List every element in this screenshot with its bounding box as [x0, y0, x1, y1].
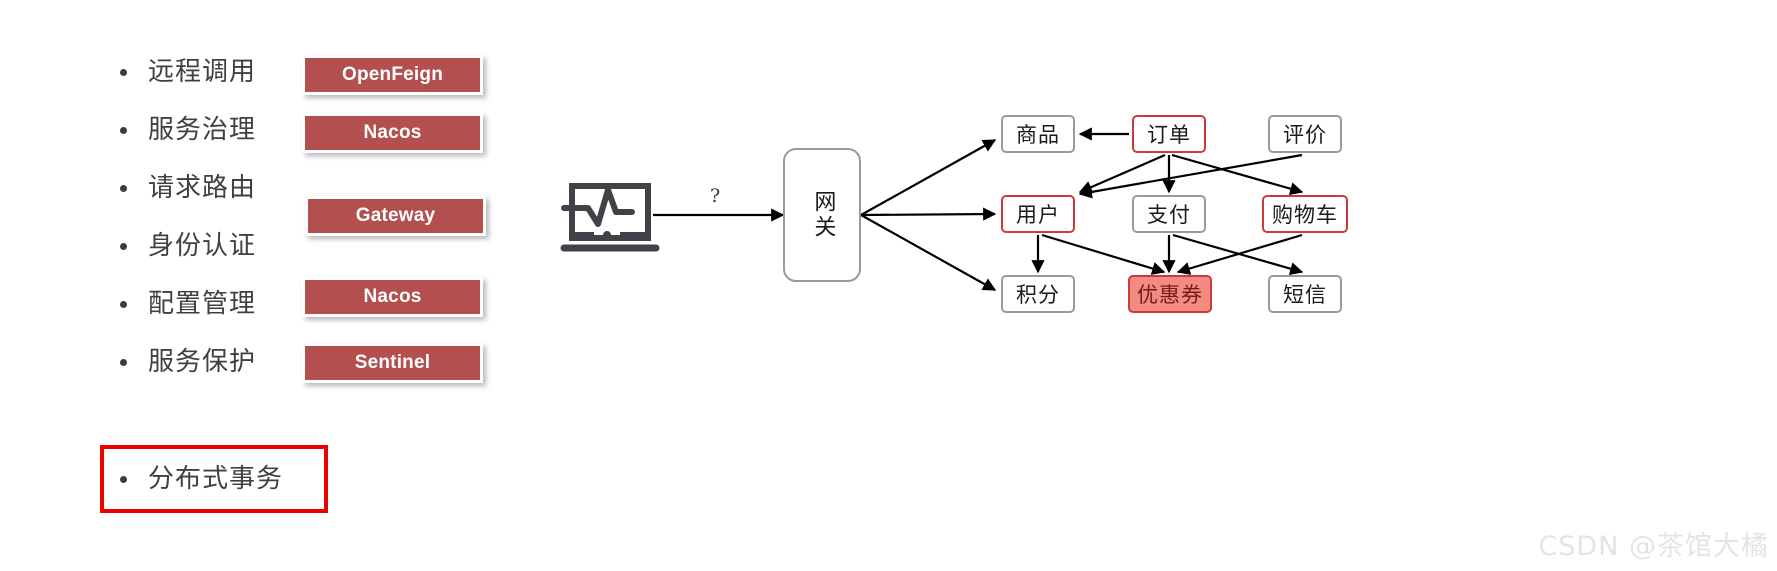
bullet-dot-icon: [120, 358, 127, 366]
node-sms[interactable]: 短信: [1268, 275, 1342, 313]
node-gateway[interactable]: 网关: [783, 148, 861, 282]
node-label: 优惠券: [1137, 283, 1203, 307]
list-item-label: 请求路由: [148, 173, 257, 203]
highlight-rectangle: [100, 445, 328, 513]
list-item[interactable]: 配置管理: [120, 287, 256, 321]
list-item[interactable]: 服务治理: [120, 113, 256, 147]
node-cart[interactable]: 购物车: [1262, 195, 1348, 233]
node-label: 支付: [1147, 203, 1191, 227]
architecture-diagram: ? 网关 商品 订单 评价 用户 支付 购物车 积分 优惠券 短信: [540, 0, 1777, 571]
bullet-dot-icon: [120, 300, 127, 308]
list-item[interactable]: 身份认证: [120, 229, 256, 263]
node-label: 评价: [1283, 123, 1327, 147]
node-coupon[interactable]: 优惠券: [1128, 275, 1212, 313]
tech-chip-label: Nacos: [363, 286, 422, 307]
list-item[interactable]: 请求路由: [120, 171, 256, 205]
tech-chip-openfeign[interactable]: OpenFeign: [302, 55, 483, 95]
node-label: 购物车: [1272, 203, 1338, 227]
list-item-label: 远程调用: [148, 57, 257, 87]
node-label: 用户: [1016, 203, 1060, 227]
feature-list-panel: 远程调用 服务治理 请求路由 身份认证 配置管理 服务保护 分布式事务 Open…: [0, 0, 540, 571]
node-pay[interactable]: 支付: [1132, 195, 1206, 233]
node-user[interactable]: 用户: [1001, 195, 1075, 233]
bullet-dot-icon: [120, 126, 127, 134]
tech-chip-label: Nacos: [363, 122, 422, 143]
list-item-label: 配置管理: [148, 289, 257, 319]
list-item[interactable]: 服务保护: [120, 345, 256, 379]
node-points[interactable]: 积分: [1001, 275, 1075, 313]
tech-chip-nacos-registry[interactable]: Nacos: [302, 113, 483, 153]
list-item-label: 身份认证: [148, 231, 257, 261]
tech-chip-label: OpenFeign: [341, 64, 444, 85]
node-label: 商品: [1016, 123, 1060, 147]
bullet-dot-icon: [120, 184, 127, 192]
node-label: 积分: [1016, 283, 1060, 307]
bullet-dot-icon: [120, 68, 127, 76]
tech-chip-gateway[interactable]: Gateway: [305, 196, 486, 236]
node-label: 短信: [1283, 283, 1327, 307]
bullet-dot-icon: [120, 242, 127, 250]
tech-chip-label: Sentinel: [354, 352, 431, 373]
node-goods[interactable]: 商品: [1001, 115, 1075, 153]
tech-chip-sentinel[interactable]: Sentinel: [302, 343, 483, 383]
node-label: 网关: [810, 190, 836, 240]
list-item[interactable]: 远程调用: [120, 55, 256, 89]
node-review[interactable]: 评价: [1268, 115, 1342, 153]
list-item-label: 服务治理: [148, 115, 257, 145]
watermark: CSDN @茶馆大橘: [1538, 531, 1769, 562]
tech-chip-label: Gateway: [355, 205, 436, 226]
tech-chip-nacos-config[interactable]: Nacos: [302, 277, 483, 317]
node-label: 订单: [1147, 123, 1191, 147]
list-item-label: 服务保护: [148, 347, 257, 377]
node-order[interactable]: 订单: [1132, 115, 1206, 153]
